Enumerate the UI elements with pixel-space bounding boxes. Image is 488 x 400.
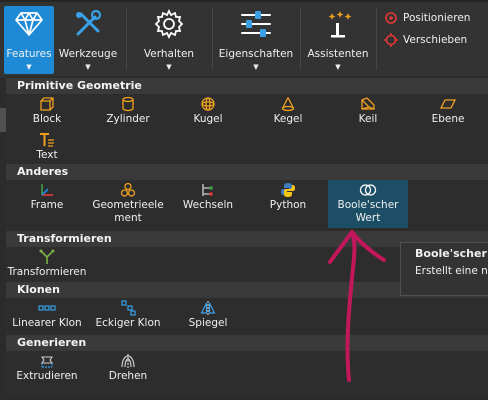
verhalten-button[interactable]: Verhalten ▼ xyxy=(134,6,204,74)
ribbon-divider xyxy=(126,8,127,70)
item-spiegel[interactable]: Spiegel xyxy=(168,300,248,334)
chevron-down-icon: ▼ xyxy=(85,63,91,71)
assistenten-label: Assistenten xyxy=(307,48,369,60)
move-target-icon xyxy=(384,33,398,47)
item-label: Text xyxy=(36,149,58,161)
chevron-down-icon: ▼ xyxy=(335,63,341,71)
item-python[interactable]: Python xyxy=(248,182,328,228)
ribbon-toolbar: Features ▼ Werkzeuge ▼ Verhalten ▼ Eigen… xyxy=(0,0,488,78)
werkzeuge-label: Werkzeuge xyxy=(58,48,118,60)
item-kegel[interactable]: Kegel xyxy=(248,96,328,130)
item-label: Zylinder xyxy=(106,113,150,125)
gear-icon xyxy=(153,8,185,40)
ribbon-divider xyxy=(212,8,213,70)
item-label: Linearer Klon xyxy=(12,317,82,329)
diamond-icon xyxy=(14,8,44,40)
linear-clone-icon xyxy=(38,300,56,316)
eigenschaften-label: Eigenschaften xyxy=(218,48,294,60)
item-kugel[interactable]: Kugel xyxy=(168,96,248,130)
item-label: Kegel xyxy=(273,113,303,125)
item-label: Drehen xyxy=(108,370,148,382)
features-button[interactable]: Features ▼ xyxy=(4,6,54,74)
wedge-icon xyxy=(360,96,376,112)
cone-icon xyxy=(280,96,296,112)
eigenschaften-button[interactable]: Eigenschaften ▼ xyxy=(218,6,294,74)
verhalten-label: Verhalten xyxy=(143,48,195,60)
item-label: Kugel xyxy=(193,113,223,125)
tools-icon xyxy=(73,8,103,40)
tooltip: Boole'scher W Erstellt eine ne xyxy=(400,242,488,296)
item-drehen[interactable]: Drehen xyxy=(88,353,168,387)
item-label: Keil xyxy=(358,113,378,125)
item-extrudieren[interactable]: Extrudieren xyxy=(6,353,88,387)
boolean-icon xyxy=(359,182,377,198)
werkzeuge-button[interactable]: Werkzeuge ▼ xyxy=(56,6,120,74)
chevron-down-icon: ▼ xyxy=(253,63,259,71)
wizard-icon xyxy=(323,8,353,40)
item-label: Extrudieren xyxy=(16,370,78,382)
positionieren-label: Positionieren xyxy=(403,12,471,24)
python-icon xyxy=(280,182,296,198)
chevron-down-icon: ▼ xyxy=(26,63,32,71)
tooltip-body: Erstellt eine ne xyxy=(415,265,488,277)
target-icon xyxy=(385,12,397,24)
cube-icon xyxy=(39,96,55,112)
item-label: Frame xyxy=(30,199,64,211)
section-generieren: Generieren xyxy=(6,335,488,351)
ribbon-top-border xyxy=(0,0,488,2)
cylinder-icon xyxy=(120,96,136,112)
item-ebene[interactable]: Ebene xyxy=(408,96,488,130)
features-dropdown-panel: Primitive Geometrie Block Zylinder Kugel… xyxy=(6,76,488,397)
item-label: Eckiger Klon xyxy=(95,317,161,329)
item-block[interactable]: Block xyxy=(6,96,88,130)
angular-clone-icon xyxy=(120,300,136,316)
features-label: Features xyxy=(6,48,52,60)
item-label: Spiegel xyxy=(188,317,228,329)
item-wechseln[interactable]: Wechseln xyxy=(168,182,248,228)
item-label: Geometrieelement xyxy=(92,199,164,224)
item-label: Block xyxy=(32,113,62,125)
ribbon-divider xyxy=(300,8,301,70)
positionieren-button[interactable]: Positionieren xyxy=(384,11,470,25)
item-label: Ebene xyxy=(431,113,465,125)
sphere-icon xyxy=(200,96,216,112)
item-label: Boole'scher Wert xyxy=(337,199,399,224)
item-linearer-klon[interactable]: Linearer Klon xyxy=(6,300,88,334)
verschieben-label: Verschieben xyxy=(403,34,468,46)
transform-icon xyxy=(39,249,55,265)
switch-icon xyxy=(200,182,216,198)
item-label: Wechseln xyxy=(182,199,234,211)
ribbon-divider xyxy=(376,8,377,70)
text-icon xyxy=(39,132,55,148)
chevron-down-icon: ▼ xyxy=(166,63,172,71)
item-eckiger-klon[interactable]: Eckiger Klon xyxy=(88,300,168,334)
item-geometrieelement[interactable]: Geometrieelement xyxy=(88,182,168,228)
item-frame[interactable]: Frame xyxy=(6,182,88,228)
verschieben-button[interactable]: Verschieben xyxy=(384,33,467,47)
item-zylinder[interactable]: Zylinder xyxy=(88,96,168,130)
assistenten-button[interactable]: Assistenten ▼ xyxy=(306,6,370,74)
frame-axes-icon xyxy=(39,182,55,198)
mirror-icon xyxy=(200,300,216,316)
item-keil[interactable]: Keil xyxy=(328,96,408,130)
geometry-element-icon xyxy=(120,182,136,198)
section-anderes: Anderes xyxy=(6,164,488,180)
sliders-icon xyxy=(239,8,273,40)
tooltip-title: Boole'scher W xyxy=(415,247,488,260)
section-primitive-geometrie: Primitive Geometrie xyxy=(6,78,488,94)
extrude-icon xyxy=(39,353,55,369)
item-label: Python xyxy=(269,199,307,211)
item-text[interactable]: Text xyxy=(6,132,88,166)
item-boolescher-wert[interactable]: Boole'scher Wert xyxy=(328,180,408,228)
plane-icon xyxy=(440,96,456,112)
revolve-icon xyxy=(120,353,136,369)
item-label: Transformieren xyxy=(7,266,87,278)
item-transformieren[interactable]: Transformieren xyxy=(6,249,88,281)
